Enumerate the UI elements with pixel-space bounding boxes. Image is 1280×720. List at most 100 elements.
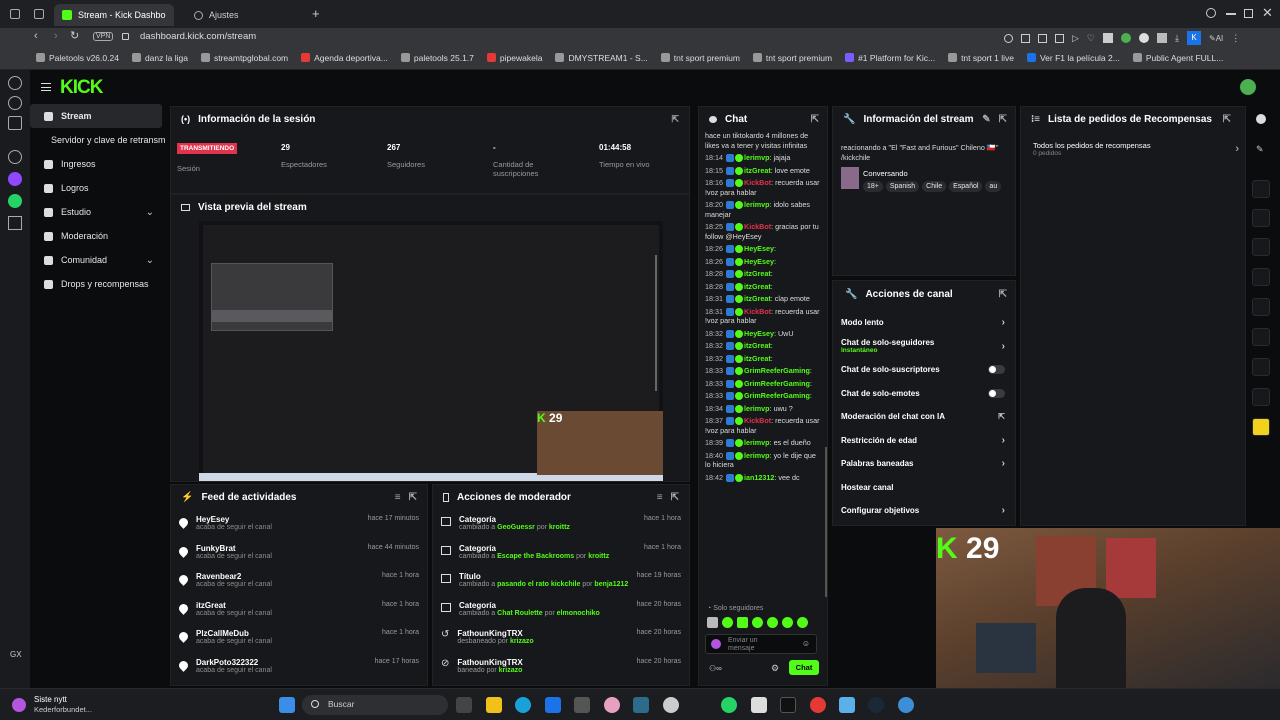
popout-icon[interactable]: ⇱ (811, 114, 819, 125)
download-icon[interactable]: ⤓ (1175, 33, 1179, 44)
taskbar-search[interactable]: Buscar (302, 695, 448, 715)
chat-username[interactable]: itzGreat (744, 294, 771, 303)
emote-icon[interactable] (797, 617, 808, 628)
bookmark[interactable]: #1 Platform for Kic... (845, 53, 935, 63)
emoji-icon[interactable]: ☺ (802, 639, 810, 648)
screen-icon[interactable] (1252, 328, 1270, 346)
info-icon[interactable] (1256, 114, 1266, 124)
task-view-icon[interactable] (456, 697, 472, 713)
app-icon[interactable] (633, 697, 649, 713)
chat-input[interactable]: Enviar un mensaje ☺ (705, 634, 817, 654)
app-icon[interactable] (604, 697, 620, 713)
chat-username[interactable]: GrimReeferGaming (744, 391, 810, 400)
chat-username[interactable]: lerimvp (744, 200, 770, 209)
emotes-only-toggle[interactable] (988, 388, 1005, 398)
filter-icon[interactable]: ≡ (657, 492, 663, 503)
chat-username[interactable]: HeyEsey (744, 257, 774, 266)
windows-start-icon[interactable] (279, 697, 295, 713)
zoom-icon[interactable] (1004, 33, 1013, 43)
edit-icon[interactable]: ✎ (1256, 144, 1264, 155)
app-icon[interactable] (898, 697, 914, 713)
kick-logo[interactable]: KICK (60, 77, 103, 99)
banned-words-row[interactable]: Palabras baneadas › (833, 452, 1015, 476)
popout-icon[interactable]: ⇱ (999, 114, 1007, 125)
bookmark[interactable]: DMYSTREAM1 - S... (555, 53, 648, 63)
opera-gx-icon[interactable] (810, 697, 826, 713)
ai-icon[interactable]: ✎AI (1209, 34, 1223, 43)
chat-scrollbar[interactable] (825, 447, 827, 597)
sidebar-item-estudio[interactable]: Estudio ⌄ (30, 200, 166, 224)
chat-username[interactable]: lerimvp (744, 451, 770, 460)
window-menu-icon[interactable] (10, 9, 20, 19)
whatsapp-icon[interactable] (721, 697, 737, 713)
bookmark[interactable]: danz la liga (131, 53, 188, 63)
pin-icon[interactable] (1021, 33, 1030, 43)
bookmark[interactable]: pipewakela (486, 53, 542, 63)
close-window-button[interactable]: ✕ (1262, 5, 1273, 21)
sidebar-item-servidor[interactable]: Servidor y clave de retransmi (30, 128, 166, 152)
chat-username[interactable]: GrimReeferGaming (744, 379, 810, 388)
emote-icon[interactable] (722, 617, 733, 628)
notes-icon[interactable] (1252, 418, 1270, 436)
chat-username[interactable]: KickBot (744, 416, 771, 425)
bookmark[interactable]: Agenda deportiva... (301, 53, 388, 63)
settings-gear-icon[interactable]: ⚙ (771, 663, 779, 674)
chat-bubble-icon[interactable] (1252, 268, 1270, 286)
tag[interactable]: Chile (922, 181, 947, 192)
tab-ajustes[interactable]: Ajustes (186, 4, 306, 26)
reward-list-item[interactable]: Todos los pedidos de recompensas 0 pedid… (1033, 141, 1239, 157)
followers-only-row[interactable]: Chat de solo-seguidores Instantáneo › (833, 335, 1015, 359)
popout-icon[interactable]: ⇱ (671, 114, 679, 125)
vpn-badge[interactable]: VPN (93, 32, 114, 41)
chatgpt-icon[interactable] (8, 150, 22, 164)
search-tabs-icon[interactable] (1206, 8, 1216, 18)
back-button[interactable]: ‹ (34, 30, 38, 42)
app-icon[interactable] (574, 697, 590, 713)
bookmark[interactable]: Paletools v26.0.24 (36, 53, 119, 63)
filter-icon[interactable]: ≡ (395, 492, 401, 503)
edge-icon[interactable] (515, 697, 531, 713)
goals-row[interactable]: Configurar objetivos › (833, 499, 1015, 523)
camera-icon[interactable] (1252, 180, 1270, 198)
lightning-icon[interactable] (1252, 209, 1270, 227)
slow-mode-row[interactable]: Modo lento › (833, 311, 1015, 335)
chat-username[interactable]: KickBot (744, 222, 771, 231)
popout-icon[interactable]: ⇱ (1223, 114, 1231, 125)
share-icon[interactable] (1055, 33, 1064, 43)
chat-username[interactable]: KickBot (744, 178, 771, 187)
gx-icon[interactable]: GX (10, 650, 22, 659)
news-icon[interactable] (8, 116, 22, 130)
tab-kick-dashboard[interactable]: Stream - Kick Dashbo (54, 4, 174, 26)
extension-icon[interactable] (1103, 33, 1113, 43)
ai-moderation-row[interactable]: Moderación del chat con IA ⇱ (833, 405, 1015, 429)
bookmark[interactable]: tnt sport premium (660, 53, 740, 63)
heart-icon[interactable]: ♡ (1087, 33, 1095, 44)
emote-icon[interactable] (767, 617, 778, 628)
news-widget-title[interactable]: Siste nytt (34, 695, 67, 704)
play-icon[interactable]: ▷ (1072, 33, 1079, 44)
chat-username[interactable]: KickBot (744, 307, 771, 316)
screenshot-icon[interactable] (1038, 33, 1047, 43)
chat-username[interactable]: HeyEsey (744, 244, 774, 253)
chat-username[interactable]: HeyEsey (744, 329, 774, 338)
steam-icon[interactable] (868, 697, 884, 713)
extension-icon[interactable] (1139, 33, 1149, 43)
popout-icon[interactable]: ⇱ (671, 492, 679, 503)
chat-username[interactable]: itzGreat (744, 166, 771, 175)
edit-pencil-icon[interactable]: ✎ (982, 114, 990, 125)
extension-icon[interactable] (1121, 33, 1131, 43)
tag[interactable]: Spanish (885, 181, 920, 192)
age-restriction-row[interactable]: Restricción de edad › (833, 429, 1015, 453)
sidebar-item-comunidad[interactable]: Comunidad ⌄ (30, 248, 166, 272)
whatsapp-icon[interactable] (8, 194, 22, 208)
chat-username[interactable]: ian12312 (744, 473, 774, 482)
sidebar-item-ingresos[interactable]: Ingresos (30, 152, 166, 176)
tiktok-icon[interactable] (780, 697, 796, 713)
chat-username[interactable]: itzGreat (744, 269, 771, 278)
emote-icon[interactable] (752, 617, 763, 628)
sidebar-item-moderacion[interactable]: Moderación (30, 224, 166, 248)
search-icon[interactable] (8, 76, 22, 90)
emote-icon[interactable] (737, 617, 748, 628)
url-field[interactable]: dashboard.kick.com/stream (140, 31, 256, 42)
news-widget-icon[interactable] (12, 698, 26, 712)
